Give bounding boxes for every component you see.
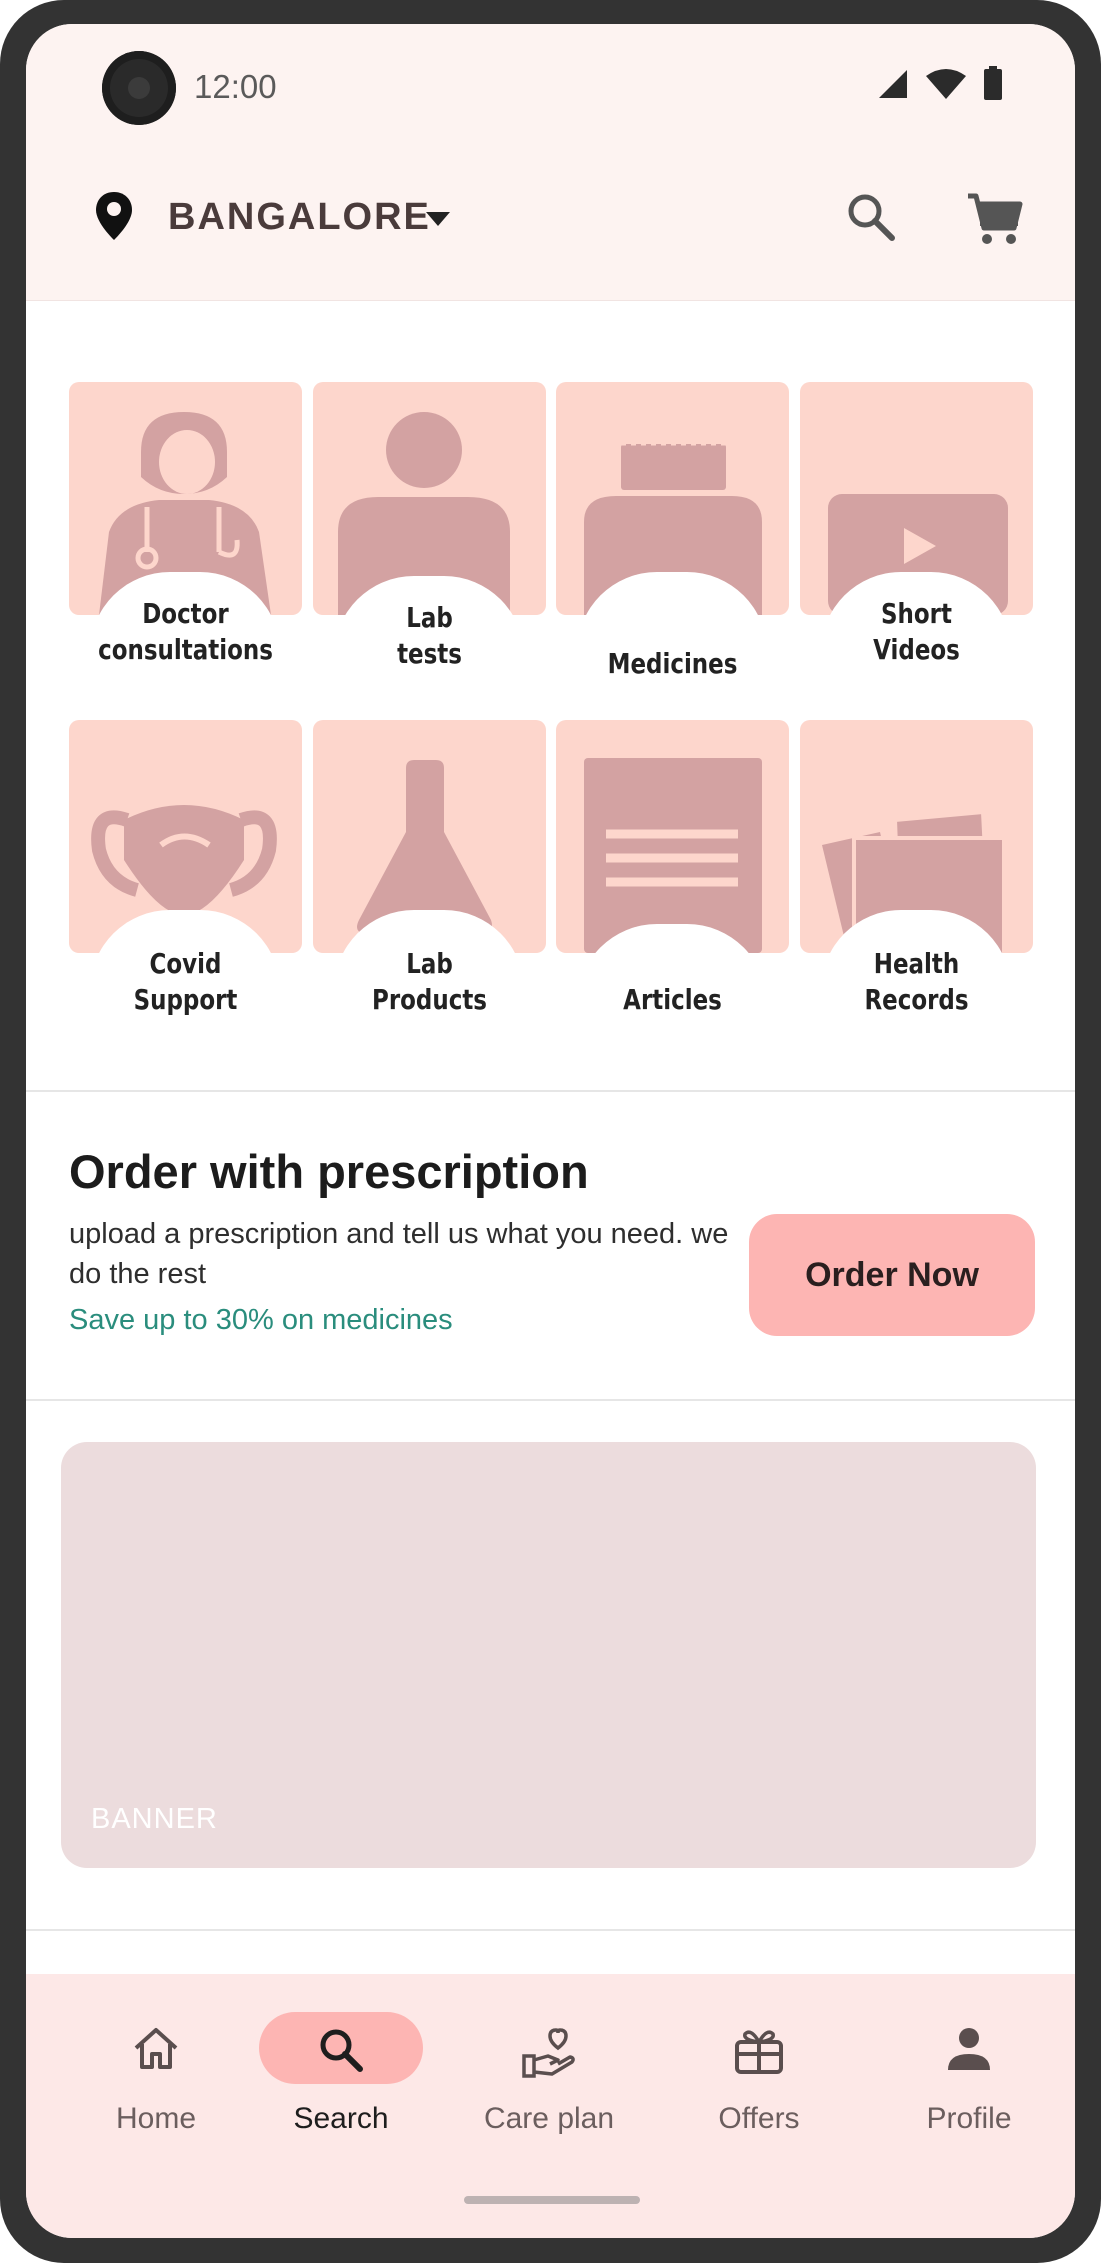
nav-label-offers: Offers bbox=[718, 2102, 800, 2135]
order-section-title: Order with prescription bbox=[69, 1145, 589, 1198]
nav-label-search: Search bbox=[293, 2102, 389, 2135]
tile-label-line: Videos bbox=[873, 633, 960, 666]
document-icon bbox=[584, 758, 762, 953]
category-tile-lab-products[interactable] bbox=[313, 720, 546, 953]
section-divider bbox=[26, 1399, 1075, 1401]
tile-label-line: consultations bbox=[98, 633, 273, 666]
location-name[interactable]: BANGALORE bbox=[168, 196, 431, 239]
tile-label-health-records: Health Records bbox=[821, 946, 1012, 1018]
cart-icon[interactable] bbox=[964, 190, 1024, 248]
nav-item-home[interactable]: Home bbox=[66, 2012, 246, 2142]
home-gesture-bar[interactable] bbox=[464, 2196, 640, 2204]
battery-icon bbox=[984, 66, 1002, 100]
tile-label-doctor-consultations: Doctor consultations bbox=[90, 596, 281, 668]
search-icon bbox=[320, 2029, 363, 2072]
nav-item-care-plan[interactable]: Care plan bbox=[459, 2012, 639, 2142]
category-tile-lab-tests[interactable] bbox=[313, 382, 546, 615]
tile-label-line: Medicines bbox=[607, 647, 738, 680]
tile-label-short-videos: Short Videos bbox=[821, 596, 1012, 668]
search-icon[interactable] bbox=[844, 190, 898, 244]
tile-label-covid-support: Covid Support bbox=[90, 946, 281, 1018]
nav-item-offers[interactable]: Offers bbox=[669, 2012, 849, 2142]
wifi-icon bbox=[926, 69, 966, 99]
home-icon bbox=[134, 2028, 178, 2069]
tile-label-line: Lab bbox=[406, 601, 453, 634]
category-tile-covid-support[interactable] bbox=[69, 720, 302, 953]
tile-label-line: tests bbox=[397, 637, 462, 670]
section-divider bbox=[26, 1090, 1075, 1092]
category-tile-short-videos[interactable] bbox=[800, 382, 1033, 615]
nav-item-search[interactable]: Search bbox=[239, 2012, 423, 2142]
tile-label-line: Records bbox=[864, 983, 969, 1016]
nav-item-profile[interactable]: Profile bbox=[879, 2012, 1059, 2142]
tile-label-line: Health bbox=[873, 947, 960, 980]
location-pin-icon[interactable] bbox=[94, 190, 134, 242]
category-tile-health-records[interactable] bbox=[800, 720, 1033, 953]
banner-label: BANNER bbox=[91, 1803, 218, 1835]
category-tile-articles[interactable] bbox=[556, 720, 789, 953]
profile-icon bbox=[948, 2028, 990, 2070]
cellular-signal-icon bbox=[879, 70, 907, 98]
care-plan-icon bbox=[522, 2028, 575, 2078]
tile-label-line: Doctor bbox=[142, 597, 229, 630]
section-divider bbox=[26, 1929, 1075, 1931]
category-tile-doctor-consultations[interactable] bbox=[69, 382, 302, 615]
order-section-description: upload a prescription and tell us what y… bbox=[69, 1218, 729, 1290]
nav-label-care-plan: Care plan bbox=[483, 2102, 615, 2135]
status-time: 12:00 bbox=[194, 68, 277, 105]
order-now-button[interactable]: Order Now bbox=[749, 1214, 1035, 1336]
app-screen: 12:00 BANGALORE Doctor consultations Lab… bbox=[26, 24, 1075, 2238]
chevron-down-icon[interactable] bbox=[424, 210, 452, 228]
nav-label-profile: Profile bbox=[926, 2102, 1012, 2135]
status-icons bbox=[877, 66, 1003, 100]
tile-label-medicines: Medicines bbox=[577, 646, 768, 682]
category-tile-medicines[interactable] bbox=[556, 382, 789, 615]
tile-label-line: Support bbox=[133, 983, 238, 1016]
nav-label-home: Home bbox=[115, 2102, 197, 2135]
tile-label-lab-tests: Lab tests bbox=[334, 600, 525, 672]
tile-label-lab-products: Lab Products bbox=[334, 946, 525, 1018]
promo-banner[interactable]: BANNER bbox=[61, 1442, 1036, 1868]
front-camera bbox=[102, 51, 176, 125]
tile-label-line: Lab bbox=[406, 947, 453, 980]
tile-label-line: Short bbox=[881, 597, 952, 630]
tile-label-line: Products bbox=[372, 983, 487, 1016]
tile-label-line: Covid bbox=[149, 947, 222, 980]
gift-icon bbox=[735, 2030, 783, 2074]
tile-label-articles: Articles bbox=[577, 982, 768, 1018]
order-savings-text: Save up to 30% on medicines bbox=[69, 1304, 453, 1336]
top-app-bar: 12:00 BANGALORE bbox=[26, 24, 1075, 301]
tile-label-line: Articles bbox=[623, 983, 722, 1016]
